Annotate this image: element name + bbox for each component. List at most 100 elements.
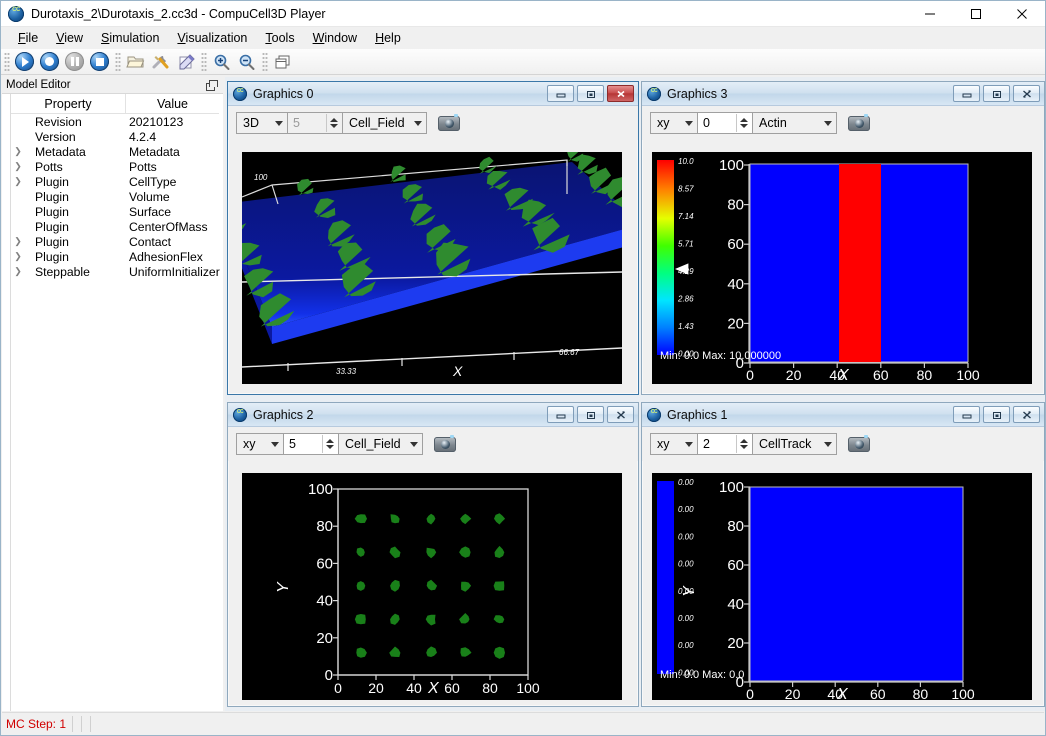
menu-visualization[interactable]: Visualization bbox=[168, 28, 256, 48]
run-simulation-button[interactable] bbox=[12, 50, 37, 74]
menu-file[interactable]: File bbox=[9, 28, 47, 48]
graphics1-render-canvas[interactable]: 0.000.000.000.000.000.000.000.00 Y 02040… bbox=[652, 473, 1032, 700]
model-editor-row[interactable]: ❯SteppableUniformInitializer bbox=[11, 264, 219, 279]
zoom-out-button[interactable] bbox=[234, 50, 259, 74]
chevron-right-icon[interactable]: ❯ bbox=[11, 146, 25, 157]
close-button[interactable] bbox=[999, 1, 1045, 27]
close-icon bbox=[614, 89, 628, 99]
model-editor-row[interactable]: ❯PluginCenterOfMass bbox=[11, 219, 219, 234]
step-simulation-button[interactable] bbox=[37, 50, 62, 74]
graphics3-title-bar[interactable]: Graphics 3 bbox=[642, 82, 1044, 106]
model-editor-row[interactable]: ❯PluginAdhesionFlex bbox=[11, 249, 219, 264]
graphics-window-graphics3[interactable]: Graphics 3 xy bbox=[641, 81, 1045, 395]
open-editor-button[interactable] bbox=[173, 50, 198, 74]
chevron-right-icon[interactable]: ❯ bbox=[11, 176, 25, 187]
graphics1-y-tick: 40 bbox=[727, 596, 744, 613]
spinner-arrows-icon[interactable] bbox=[322, 435, 337, 453]
model-editor-row[interactable]: ❯Version4.2.4 bbox=[11, 129, 219, 144]
spinner-arrows-icon[interactable] bbox=[736, 114, 751, 132]
graphics0-minimize-button[interactable] bbox=[547, 85, 574, 102]
graphics1-slice-spinner[interactable]: 2 bbox=[698, 433, 753, 455]
configuration-button[interactable] bbox=[148, 50, 173, 74]
chevron-right-icon[interactable]: ❯ bbox=[11, 236, 25, 247]
model-editor-property-cell: ❯Metadata bbox=[11, 144, 125, 159]
column-header-property[interactable]: Property bbox=[11, 94, 125, 113]
graphics2-restore-button[interactable] bbox=[577, 406, 604, 423]
graphics2-slice-spinner[interactable]: 5 bbox=[284, 433, 339, 455]
spinner-arrows-icon[interactable] bbox=[326, 114, 341, 132]
graphics0-close-button[interactable] bbox=[607, 85, 634, 102]
graphics3-close-button[interactable] bbox=[1013, 85, 1040, 102]
graphics3-field-select[interactable]: Actin bbox=[753, 112, 837, 134]
graphics2-projection-select[interactable]: xy bbox=[236, 433, 284, 455]
chevron-right-icon[interactable]: ❯ bbox=[11, 251, 25, 262]
chevron-down-icon bbox=[275, 121, 283, 126]
menu-view[interactable]: View bbox=[47, 28, 92, 48]
graphics2-minimize-button[interactable] bbox=[547, 406, 574, 423]
graphics3-screenshot-button[interactable] bbox=[845, 112, 873, 134]
model-editor-title: Model Editor bbox=[6, 79, 71, 91]
model-editor-row[interactable]: ❯PottsPotts bbox=[11, 159, 219, 174]
graphics0-field-select[interactable]: Cell_Field bbox=[343, 112, 427, 134]
model-editor-row[interactable]: ❯PluginSurface bbox=[11, 204, 219, 219]
menu-simulation[interactable]: Simulation bbox=[92, 28, 168, 48]
graphics1-field-select[interactable]: CellTrack bbox=[753, 433, 837, 455]
graphics2-x-tick: 80 bbox=[482, 680, 498, 696]
model-editor-property-label: Plugin bbox=[25, 235, 69, 249]
menu-tools[interactable]: Tools bbox=[256, 28, 303, 48]
graphics0-render-canvas[interactable]: 100 33.33 66.67 X bbox=[242, 152, 622, 384]
graphics3-restore-button[interactable] bbox=[983, 85, 1010, 102]
graphics3-slice-spinner[interactable]: 0 bbox=[698, 112, 753, 134]
toolbar-grip-4[interactable] bbox=[262, 52, 268, 72]
menu-window[interactable]: Window bbox=[304, 28, 366, 48]
graphics0-restore-button[interactable] bbox=[577, 85, 604, 102]
graphics1-close-button[interactable] bbox=[1013, 406, 1040, 423]
graphics3-colorbar-tick: 2.86 bbox=[677, 295, 694, 304]
maximize-button[interactable] bbox=[953, 1, 999, 27]
model-editor-row[interactable]: ❯PluginContact bbox=[11, 234, 219, 249]
stop-simulation-button[interactable] bbox=[87, 50, 112, 74]
graphics2-close-button[interactable] bbox=[607, 406, 634, 423]
model-editor-row[interactable]: ❯PluginVolume bbox=[11, 189, 219, 204]
graphics2-screenshot-button[interactable] bbox=[431, 433, 459, 455]
graphics1-projection-select[interactable]: xy bbox=[650, 433, 698, 455]
graphics3-render-canvas[interactable]: 10.08.577.145.714.292.861.430.00 0204060… bbox=[652, 152, 1032, 384]
model-editor-row[interactable]: ❯PluginCellType bbox=[11, 174, 219, 189]
tile-windows-button[interactable] bbox=[270, 50, 295, 74]
model-editor-row[interactable]: ❯MetadataMetadata bbox=[11, 144, 219, 159]
graphics-window-graphics2[interactable]: Graphics 2 xy bbox=[227, 402, 639, 707]
model-editor-property-cell: ❯Plugin bbox=[11, 219, 125, 234]
model-editor-row[interactable]: ❯Revision20210123 bbox=[11, 114, 219, 129]
graphics1-x-tick: 20 bbox=[785, 686, 801, 700]
menu-help[interactable]: Help bbox=[366, 28, 410, 48]
spinner-arrows-icon[interactable] bbox=[736, 435, 751, 453]
graphics1-screenshot-button[interactable] bbox=[845, 433, 873, 455]
graphics2-field-select[interactable]: Cell_Field bbox=[339, 433, 423, 455]
graphics1-title-bar[interactable]: Graphics 1 bbox=[642, 403, 1044, 427]
toolbar-grip[interactable] bbox=[4, 52, 10, 72]
toolbar-grip-3[interactable] bbox=[201, 52, 207, 72]
graphics2-title-bar[interactable]: Graphics 2 bbox=[228, 403, 638, 427]
chevron-right-icon[interactable]: ❯ bbox=[11, 266, 25, 277]
menu-visualization-label: isualization bbox=[186, 31, 248, 45]
graphics0-corner-label: 100 bbox=[254, 173, 268, 182]
graphics1-restore-button[interactable] bbox=[983, 406, 1010, 423]
model-editor-property-label: Plugin bbox=[25, 175, 69, 189]
column-header-value[interactable]: Value bbox=[125, 94, 219, 113]
chevron-right-icon[interactable]: ❯ bbox=[11, 161, 25, 172]
graphics0-screenshot-button[interactable] bbox=[435, 112, 463, 134]
undock-icon[interactable] bbox=[206, 80, 217, 91]
graphics2-render-canvas[interactable]: 020406080100 020406080100 X Y bbox=[242, 473, 622, 700]
toolbar-grip-2[interactable] bbox=[115, 52, 121, 72]
open-simulation-button[interactable] bbox=[123, 50, 148, 74]
zoom-in-button[interactable] bbox=[209, 50, 234, 74]
graphics0-slice-spinner[interactable]: 5 bbox=[288, 112, 343, 134]
graphics3-minimize-button[interactable] bbox=[953, 85, 980, 102]
graphics0-projection-select[interactable]: 3D bbox=[236, 112, 288, 134]
graphics-window-graphics0[interactable]: Graphics 0 3D bbox=[227, 81, 639, 395]
graphics0-title-bar[interactable]: Graphics 0 bbox=[228, 82, 638, 106]
graphics1-minimize-button[interactable] bbox=[953, 406, 980, 423]
graphics3-projection-select[interactable]: xy bbox=[650, 112, 698, 134]
minimize-button[interactable] bbox=[907, 1, 953, 27]
graphics-window-graphics1[interactable]: Graphics 1 xy bbox=[641, 402, 1045, 707]
